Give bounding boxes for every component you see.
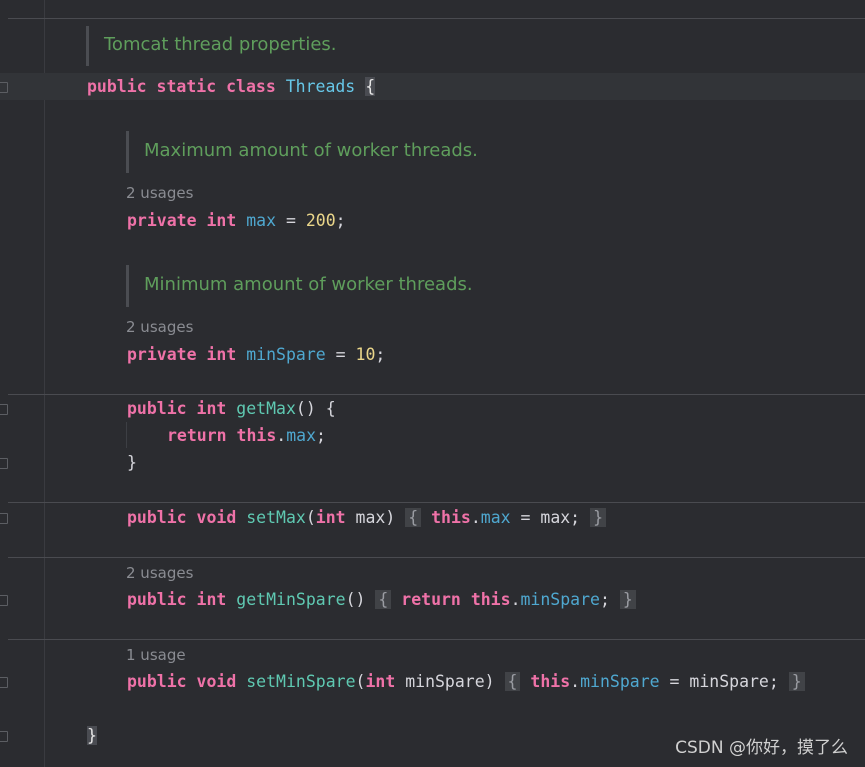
separator [8, 394, 865, 395]
field-name: minSpare [580, 672, 660, 691]
keyword: this [236, 426, 277, 445]
number-literal: 10 [355, 345, 376, 364]
keyword: void [196, 672, 237, 691]
keyword: public [87, 77, 147, 96]
number-literal: 200 [305, 211, 336, 230]
usages-hint[interactable]: 1 usage [126, 644, 186, 666]
keyword: private [127, 345, 197, 364]
getmax-signature[interactable]: public int getMax() { [127, 398, 336, 420]
class-name: Threads [285, 77, 356, 96]
keyword: this [470, 590, 511, 609]
parameter: minSpare) [395, 672, 495, 691]
semicolon: ; [375, 345, 386, 364]
class-close-line[interactable]: } [87, 725, 97, 747]
keyword: return [401, 590, 461, 609]
keyword: return [167, 426, 227, 445]
method-name: getMinSpare [236, 590, 346, 609]
field-name: max [480, 508, 511, 527]
keyword: int [206, 345, 237, 364]
fold-marker-icon[interactable] [0, 82, 8, 93]
minspare-doc-comment: Minimum amount of worker threads. [144, 274, 473, 295]
class-declaration[interactable]: public static class Threads { [87, 76, 376, 98]
minspare-field[interactable]: private int minSpare = 10; [127, 344, 385, 366]
setminspare-line[interactable]: public void setMinSpare(int minSpare) { … [127, 671, 805, 693]
getminspare-line[interactable]: public int getMinSpare() { return this.m… [127, 589, 636, 611]
field-name: minSpare [520, 590, 600, 609]
max-doc-comment: Maximum amount of worker threads. [144, 140, 478, 161]
method-name: setMax [246, 508, 306, 527]
keyword: this [530, 672, 571, 691]
fold-marker-icon[interactable] [0, 731, 8, 742]
assignment: = minSpare; [659, 672, 779, 691]
keyword: class [226, 77, 276, 96]
method-name: getMax [236, 399, 296, 418]
punctuation: () [345, 590, 366, 609]
fold-marker-icon[interactable] [0, 595, 8, 606]
folded-region-close[interactable]: } [590, 508, 606, 527]
keyword: int [206, 211, 237, 230]
semicolon: ; [335, 211, 346, 230]
assignment: = max; [510, 508, 581, 527]
keyword: private [127, 211, 197, 230]
fold-marker-icon[interactable] [0, 677, 8, 688]
semicolon: ; [599, 590, 610, 609]
keyword: static [156, 77, 217, 96]
operator: = [276, 211, 306, 230]
fold-marker-icon[interactable] [0, 513, 8, 524]
watermark: CSDN @你好，摸了么 [675, 738, 848, 758]
folded-region-open[interactable]: { [375, 590, 392, 609]
folded-region-close[interactable]: } [788, 672, 805, 691]
keyword: int [196, 590, 227, 609]
semicolon: ; [316, 426, 326, 445]
separator [8, 18, 865, 19]
keyword: public [127, 508, 187, 527]
punctuation: . [510, 590, 521, 609]
keyword: int [196, 399, 227, 418]
usages-hint[interactable]: 2 usages [126, 182, 193, 204]
keyword: void [196, 508, 237, 527]
keyword: public [127, 672, 187, 691]
brace-match: { [365, 77, 376, 96]
field-name: max [286, 426, 317, 445]
keyword: public [127, 399, 187, 418]
keyword: int [365, 672, 396, 691]
getmax-body[interactable]: return this.max; [167, 425, 326, 447]
doc-bar [126, 265, 129, 307]
fold-marker-icon[interactable] [0, 404, 8, 415]
folded-region-open[interactable]: { [504, 672, 521, 691]
gutter-divider [44, 0, 45, 767]
parameter: max) [345, 508, 396, 527]
method-name: setMinSpare [246, 672, 356, 691]
max-field[interactable]: private int max = 200; [127, 210, 346, 232]
separator [8, 557, 865, 558]
punctuation: ( [355, 672, 366, 691]
separator [8, 502, 865, 503]
field-name: minSpare [246, 345, 326, 364]
indent-guide [126, 422, 127, 448]
setmax-line[interactable]: public void setMax(int max) { this.max =… [127, 507, 606, 529]
fold-marker-icon[interactable] [0, 458, 8, 469]
folded-region-open[interactable]: { [405, 508, 422, 527]
doc-bar [86, 26, 89, 66]
field-name: max [246, 211, 277, 230]
punctuation: . [570, 672, 581, 691]
usages-hint[interactable]: 2 usages [126, 562, 193, 584]
class-doc-comment: Tomcat thread properties. [104, 34, 337, 55]
punctuation: . [276, 426, 287, 445]
punctuation: () { [295, 399, 336, 418]
keyword: this [431, 508, 471, 527]
usages-hint[interactable]: 2 usages [126, 316, 193, 338]
folded-region-close[interactable]: } [619, 590, 636, 609]
operator: = [325, 345, 356, 364]
brace-match: } [87, 726, 97, 745]
keyword: int [315, 508, 346, 527]
punctuation: ( [305, 508, 316, 527]
punctuation: . [470, 508, 481, 527]
doc-bar [126, 131, 129, 173]
keyword: public [127, 590, 187, 609]
separator [8, 639, 865, 640]
getmax-close-brace[interactable]: } [127, 452, 137, 474]
